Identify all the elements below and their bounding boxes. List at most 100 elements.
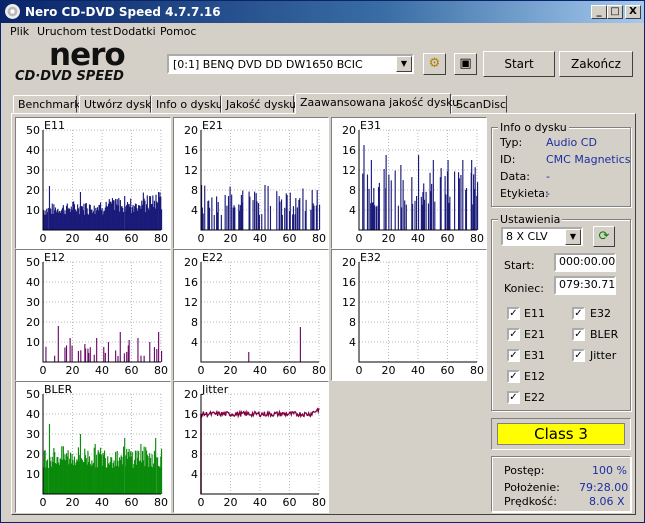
y-tick-label: 20 <box>342 256 356 269</box>
chart-title: E21 <box>202 119 223 132</box>
speed-label: Prędkość: <box>504 495 557 508</box>
bar <box>248 352 250 362</box>
refresh-drive-button[interactable]: ⚙ <box>423 53 446 75</box>
chart-e21: 0 20 40 60 80 4 8 12 16 20 E21 <box>173 117 329 249</box>
finish-button[interactable]: Zakończ <box>559 51 633 77</box>
x-tick-label: 80 <box>470 364 484 377</box>
end-time-label: Koniec: <box>504 282 544 295</box>
x-tick-label: 40 <box>95 496 109 509</box>
x-tick-label: 0 <box>40 232 47 245</box>
bar <box>161 350 163 362</box>
bar <box>454 171 456 230</box>
bar <box>302 188 304 230</box>
checkbox-e21[interactable]: ✓ <box>507 328 520 341</box>
x-tick-label: 60 <box>283 232 297 245</box>
x-tick-label: 20 <box>66 496 80 509</box>
checkbox-bler-label: BLER <box>590 328 619 341</box>
y-tick-label: 20 <box>26 316 40 329</box>
checkbox-e31[interactable]: ✓ <box>507 349 520 362</box>
minimize-button[interactable]: _ <box>591 5 607 19</box>
chart-e22: 0 20 40 60 80 4 8 12 16 20 E22 <box>173 249 329 381</box>
x-tick-label: 60 <box>283 496 297 509</box>
bar <box>362 173 364 230</box>
x-tick-label: 60 <box>441 232 455 245</box>
checkbox-bler[interactable]: ✓ <box>572 328 585 341</box>
bar <box>77 350 79 362</box>
bar <box>423 199 426 230</box>
bar <box>471 160 473 230</box>
bar <box>390 180 392 230</box>
menu-plik[interactable]: Plik <box>10 25 29 38</box>
close-button[interactable]: X <box>625 5 641 19</box>
refresh-speed-button[interactable]: ⟳ <box>593 226 615 247</box>
chart-jitter: 0 20 40 60 80 4 8 12 16 20 Jitter <box>173 381 329 513</box>
bar <box>254 191 256 230</box>
checkbox-jitter[interactable]: ✓ <box>572 349 585 362</box>
tab-disc-info[interactable]: Info o dysku <box>151 95 223 113</box>
bar <box>319 204 321 230</box>
maximize-button[interactable]: □ <box>607 5 623 19</box>
x-tick-label: 0 <box>198 232 205 245</box>
x-tick-label: 60 <box>125 232 139 245</box>
tab-disc-quality[interactable]: Jakość dysku <box>221 95 296 113</box>
x-tick-label: 60 <box>441 364 455 377</box>
bar <box>445 194 447 230</box>
nero-app-icon <box>5 4 20 19</box>
bar <box>65 345 68 362</box>
drive-select[interactable]: [0:1] BENQ DVD DD DW1650 BCIC ▼ <box>167 54 414 74</box>
bar <box>418 155 420 230</box>
checkbox-e11[interactable]: ✓ <box>507 307 520 320</box>
checkbox-e22[interactable]: ✓ <box>507 391 520 404</box>
y-tick-label: 8 <box>191 448 198 461</box>
x-tick-label: 0 <box>198 496 205 509</box>
bar <box>477 182 479 230</box>
bar <box>311 190 313 230</box>
y-tick-label: 50 <box>26 124 40 137</box>
start-time-input[interactable]: 000:00.00 <box>554 253 616 272</box>
checkbox-e32[interactable]: ✓ <box>572 307 585 320</box>
tab-scandisc[interactable]: ScanDisc <box>451 95 507 113</box>
bar <box>462 160 464 230</box>
chevron-down-icon[interactable]: ▼ <box>396 56 412 72</box>
class-result-badge: Class 3 <box>497 423 625 445</box>
y-tick-label: 12 <box>342 296 356 309</box>
x-tick-label: 60 <box>125 364 139 377</box>
chart-title: Jitter <box>201 383 229 396</box>
bar <box>89 347 91 362</box>
bar <box>54 355 56 362</box>
x-tick-label: 20 <box>224 232 238 245</box>
settings-title: Ustawienia <box>498 213 563 226</box>
bar <box>229 186 231 230</box>
chevron-down-icon[interactable]: ▼ <box>565 229 581 245</box>
bar <box>394 170 396 230</box>
bar <box>234 207 236 230</box>
disc-id-label: ID: <box>500 153 516 166</box>
tab-advanced-disc-quality[interactable]: Zaawansowana jakość dysku <box>295 93 459 114</box>
save-button[interactable]: ▣ <box>454 53 477 75</box>
y-tick-label: 20 <box>26 184 40 197</box>
bar <box>96 338 98 362</box>
y-tick-label: 16 <box>184 276 198 289</box>
checkbox-jitter-label: Jitter <box>590 349 617 362</box>
x-tick-label: 80 <box>312 364 326 377</box>
end-time-input[interactable]: 079:30.71 <box>554 276 616 295</box>
x-tick-label: 40 <box>253 496 267 509</box>
tab-create-disc[interactable]: Utwórz dysk <box>79 95 151 113</box>
speed-select[interactable]: 8 X CLV ▼ <box>501 227 583 246</box>
bar <box>88 352 90 362</box>
bar <box>447 160 449 230</box>
bar <box>434 201 436 230</box>
chart-svg: 0 20 40 60 80 4 8 12 16 20 E22 <box>184 251 326 377</box>
bar <box>64 347 66 362</box>
disc-date-label: Data: <box>500 170 530 183</box>
checkbox-e12[interactable]: ✓ <box>507 370 520 383</box>
x-tick-label: 40 <box>253 364 267 377</box>
bar <box>115 350 117 362</box>
menu-pomoc[interactable]: Pomoc <box>160 25 196 38</box>
tab-benchmark[interactable]: Benchmark <box>13 95 81 113</box>
start-button[interactable]: Start <box>483 51 555 77</box>
disc-label-value: - <box>546 187 550 200</box>
bar <box>119 332 121 362</box>
x-tick-label: 20 <box>382 364 396 377</box>
bar <box>161 209 163 230</box>
